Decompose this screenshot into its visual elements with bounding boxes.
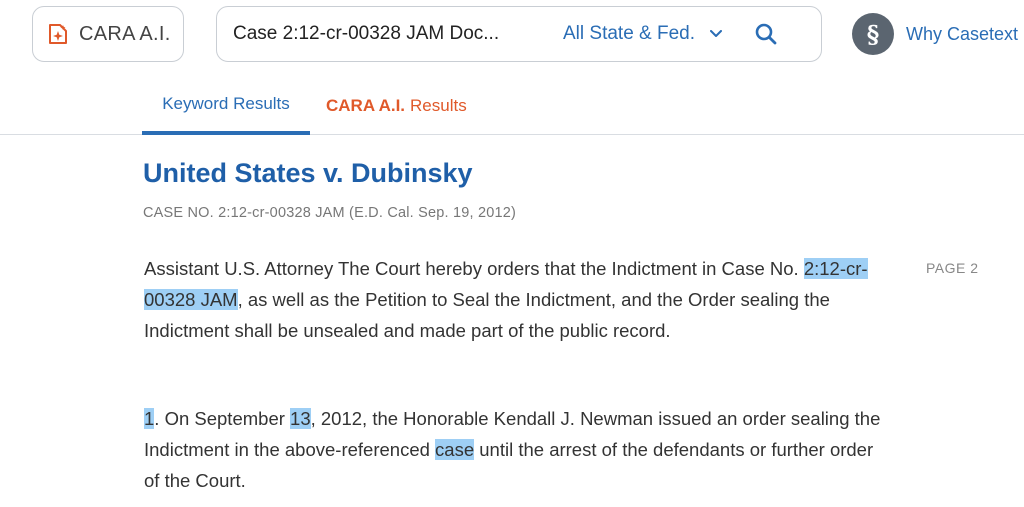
cara-sparkle-icon xyxy=(45,21,71,47)
tab-keyword-label: Keyword Results xyxy=(162,93,290,113)
case-citation: CASE NO. 2:12-cr-00328 JAM (E.D. Cal. Se… xyxy=(143,205,517,221)
snippet-paragraph: 1. On September 13, 2012, the Honorable … xyxy=(144,403,884,496)
why-casetext-label: Why Casetext xyxy=(906,23,1019,44)
search-highlight: case xyxy=(435,439,475,460)
tab-cara-brand: CARA A.I. xyxy=(326,95,406,115)
snippet-text: Assistant U.S. Attorney The Court hereby… xyxy=(144,258,804,279)
search-input[interactable]: Case 2:12-cr-00328 JAM Doc... xyxy=(233,23,533,45)
tab-keyword-results[interactable]: Keyword Results xyxy=(142,76,310,135)
chevron-down-icon xyxy=(709,27,723,41)
search-bar[interactable]: Case 2:12-cr-00328 JAM Doc... All State … xyxy=(216,6,822,62)
page-number-label: PAGE 2 xyxy=(926,260,979,276)
case-title-link[interactable]: United States v. Dubinsky xyxy=(143,158,473,189)
why-casetext-link[interactable]: § Why Casetext xyxy=(852,13,1018,55)
section-sign-icon: § xyxy=(852,13,894,55)
snippet-text: . On September xyxy=(154,408,291,429)
tab-cara-results[interactable]: CARA A.I. Results xyxy=(326,76,467,135)
search-highlight: 1 xyxy=(144,408,155,429)
search-icon[interactable] xyxy=(753,21,779,47)
snippet-paragraph: Assistant U.S. Attorney The Court hereby… xyxy=(144,253,884,346)
tab-cara-label: Results xyxy=(410,95,467,115)
cara-ai-button[interactable]: CARA A.I. xyxy=(32,6,184,62)
results-tabs: Keyword Results CARA A.I. Results xyxy=(0,76,1024,135)
jurisdiction-select[interactable]: All State & Fed. xyxy=(563,23,723,45)
search-highlight: 13 xyxy=(290,408,311,429)
snippet-text: , as well as the Petition to Seal the In… xyxy=(144,289,830,341)
jurisdiction-label: All State & Fed. xyxy=(563,23,696,44)
cara-ai-button-label: CARA A.I. xyxy=(79,22,171,45)
